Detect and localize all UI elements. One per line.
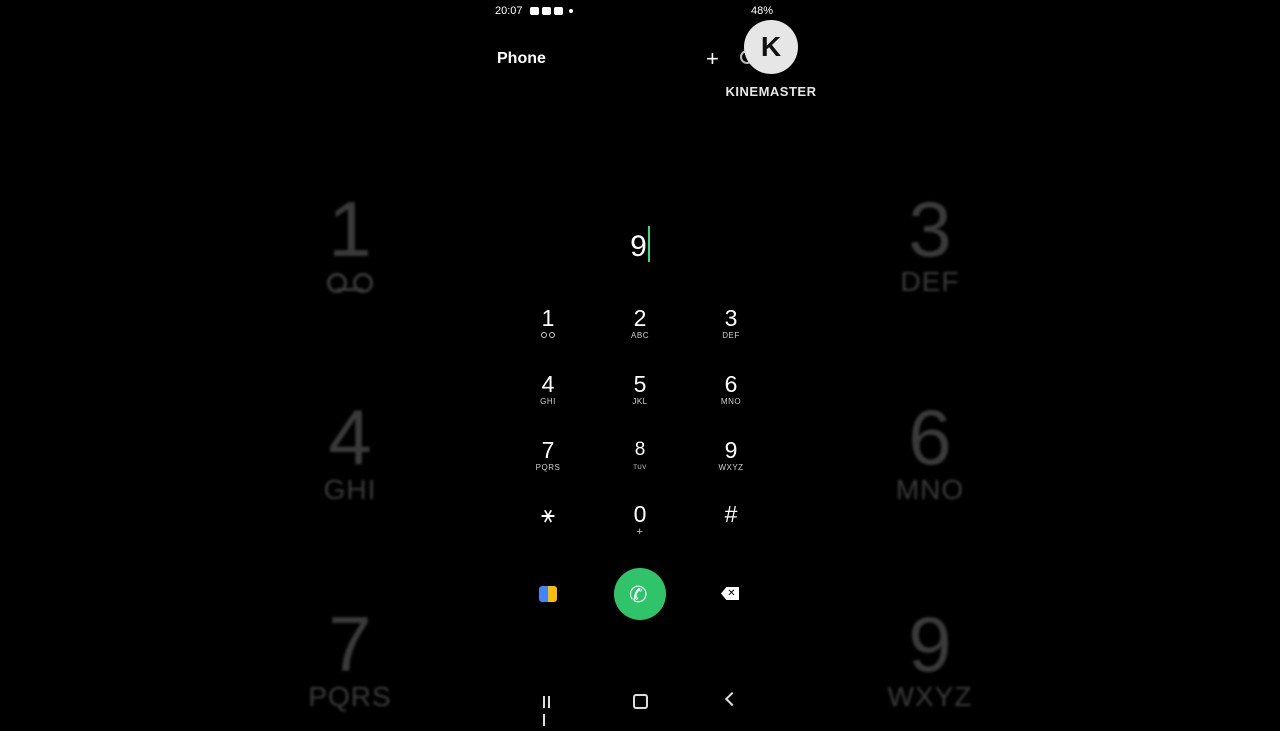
- key-5[interactable]: 5 JKL: [600, 371, 680, 407]
- key-letters: ABC: [631, 331, 649, 340]
- kinemaster-logo: K: [744, 20, 798, 74]
- text-cursor: [647, 226, 650, 262]
- status-battery: 48%: [750, 5, 773, 17]
- key-letters: PQRS: [535, 463, 561, 472]
- key-0[interactable]: 0 +: [600, 501, 680, 538]
- key-number: 4: [541, 371, 555, 397]
- key-number: #: [724, 501, 738, 527]
- bg-key-3: 3 DEF: [900, 185, 960, 297]
- back-icon[interactable]: [724, 691, 740, 707]
- kinemaster-text: KINEMASTER: [725, 84, 817, 99]
- key-number: 0: [633, 501, 647, 527]
- bg-key-9: 9 WXYZ: [887, 600, 973, 712]
- key-letters: GHI: [540, 397, 556, 406]
- bg-key-1: 1: [290, 190, 410, 296]
- key-3[interactable]: 3 DEF: [691, 305, 771, 341]
- status-bar: 20:07 48%: [485, 4, 795, 20]
- key-letters: DEF: [722, 331, 740, 340]
- recent-apps-icon[interactable]: [543, 695, 555, 726]
- video-notification-icon: [530, 7, 539, 16]
- bg-key-6: 6 MNO: [895, 393, 965, 505]
- call-button[interactable]: ✆: [614, 568, 666, 620]
- key-hash[interactable]: #: [691, 501, 771, 527]
- status-time: 20:07: [495, 5, 523, 17]
- key-6[interactable]: 6 MNO: [691, 371, 771, 407]
- key-2[interactable]: 2 ABC: [600, 305, 680, 341]
- key-letters: TUV: [633, 465, 647, 471]
- key-9[interactable]: 9 WXYZ: [691, 437, 771, 473]
- bg-key-4: 4 GHI: [323, 393, 377, 505]
- key-4[interactable]: 4 GHI: [508, 371, 588, 407]
- voicemail-icon: [327, 273, 373, 293]
- key-number: 7: [541, 437, 555, 463]
- key-letters: JKL: [632, 397, 648, 406]
- voicemail-icon: [541, 332, 555, 338]
- key-number: 1: [541, 305, 555, 331]
- key-letters: MNO: [720, 397, 742, 406]
- kinemaster-watermark: K KINEMASTER: [721, 20, 821, 99]
- key-1[interactable]: 1: [508, 305, 588, 341]
- plus-icon[interactable]: +: [706, 46, 719, 72]
- dial-entry[interactable]: 9: [485, 226, 795, 264]
- backspace-icon[interactable]: ✕: [721, 587, 739, 600]
- key-star[interactable]: ⚹: [508, 501, 588, 527]
- key-number: ⚹: [541, 501, 555, 527]
- phone-screen: 20:07 48% Phone + K KINEMASTER 9 1 2 ABC…: [485, 0, 816, 726]
- key-number: 3: [724, 305, 738, 331]
- video-notification-icon: [554, 7, 563, 16]
- video-notification-icon: [542, 7, 551, 16]
- bg-key-7: 7 PQRS: [308, 600, 392, 712]
- key-number: 9: [724, 437, 738, 463]
- more-notifications-dot: [569, 9, 573, 14]
- app-title: Phone: [497, 50, 546, 67]
- dial-entry-text: 9: [630, 230, 647, 263]
- key-number: 2: [633, 305, 647, 331]
- key-8[interactable]: 8 TUV: [600, 437, 680, 473]
- notification-icons: [527, 5, 573, 17]
- key-7[interactable]: 7 PQRS: [508, 437, 588, 473]
- key-number: 8: [634, 439, 646, 460]
- key-letters: +: [636, 526, 644, 538]
- video-call-icon[interactable]: [539, 586, 557, 602]
- phone-icon: ✆: [629, 582, 648, 607]
- navigation-bar: [485, 690, 795, 726]
- home-icon[interactable]: [633, 694, 648, 709]
- key-number: 6: [724, 371, 738, 397]
- key-number: 5: [633, 371, 647, 397]
- key-letters: WXYZ: [718, 463, 744, 472]
